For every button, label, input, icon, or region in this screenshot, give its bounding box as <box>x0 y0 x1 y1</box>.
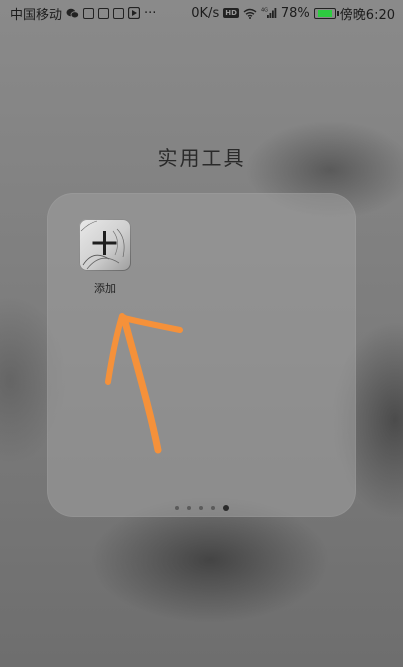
page-dot-5-active[interactable] <box>222 505 229 511</box>
status-left: 中国移动 ··· <box>10 4 156 23</box>
folder-title[interactable]: 实用工具 <box>0 142 403 171</box>
cellular-signal-icon: 4G <box>261 7 277 19</box>
calendar-app-icon <box>113 7 125 19</box>
status-right: 0K/s HD 4G 78% 傍晚6:20 <box>191 4 395 23</box>
page-indicator[interactable] <box>47 505 356 511</box>
add-label: 添加 <box>94 282 116 295</box>
hd-badge: HD <box>223 8 239 18</box>
add-app-shortcut[interactable]: 添加 <box>79 219 131 296</box>
notification-app-icon <box>83 7 95 19</box>
battery-fill <box>317 9 332 17</box>
image-app-icon <box>98 7 110 19</box>
network-speed: 0K/s <box>191 5 220 21</box>
home-screen: 中国移动 ··· 0K/s HD 4G 78% 傍晚6:20 实用工具 添加 <box>0 0 403 667</box>
play-store-icon <box>128 7 141 19</box>
page-dot-1[interactable] <box>174 506 179 510</box>
page-dot-3[interactable] <box>198 506 203 510</box>
carrier-name: 中国移动 <box>10 7 63 23</box>
more-notifications: ··· <box>144 5 157 21</box>
plus-icon <box>80 220 125 270</box>
battery-icon <box>313 7 339 19</box>
status-bar: 中国移动 ··· 0K/s HD 4G 78% 傍晚6:20 <box>0 0 403 26</box>
add-tile[interactable] <box>79 219 131 271</box>
clock-time: 傍晚6:20 <box>339 7 395 23</box>
page-dot-4[interactable] <box>210 506 215 510</box>
folder-panel: 添加 <box>47 193 356 517</box>
battery-percent: 78% <box>280 5 310 21</box>
wechat-icon <box>66 8 80 19</box>
signal-type-label: 4G <box>261 8 268 14</box>
wifi-icon <box>243 8 257 19</box>
page-dot-2[interactable] <box>186 506 191 510</box>
